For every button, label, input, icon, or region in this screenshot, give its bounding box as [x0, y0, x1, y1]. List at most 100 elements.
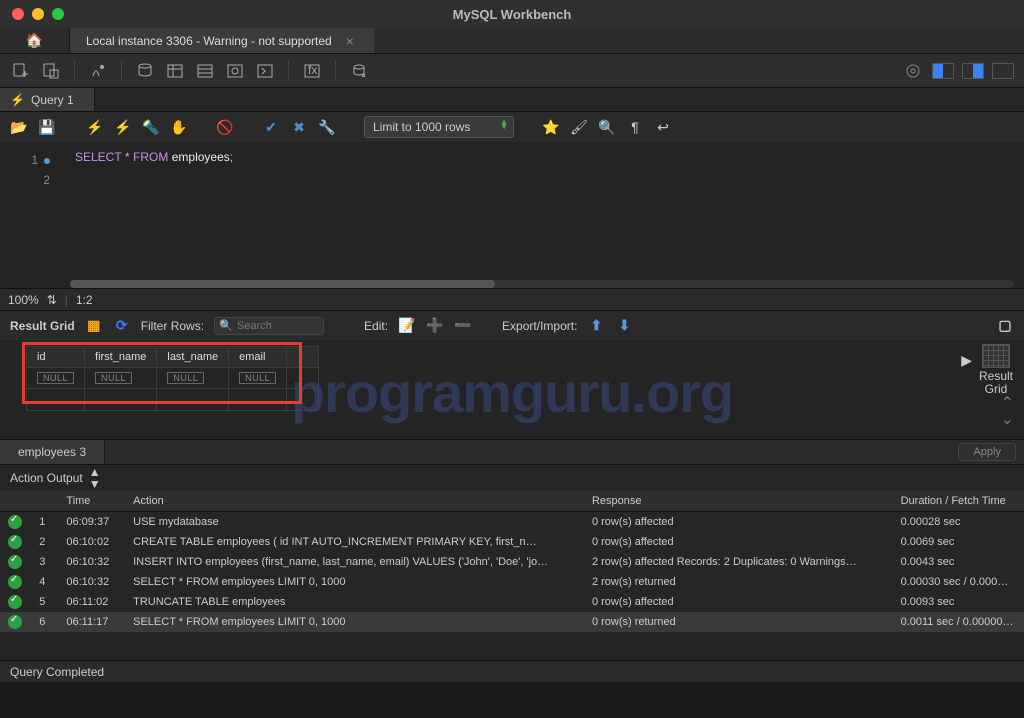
- db-proc-icon[interactable]: [254, 60, 276, 82]
- result-table[interactable]: id first_name last_name email NULL NULL …: [26, 346, 319, 411]
- action-output-label: Action Output: [10, 471, 83, 485]
- home-icon: 🏠: [26, 32, 43, 49]
- open-file-icon[interactable]: 📂: [10, 118, 28, 136]
- null-cell: NULL: [37, 372, 74, 384]
- connection-tab-label: Local instance 3306 - Warning - not supp…: [86, 34, 332, 48]
- panel-left-toggle[interactable]: [932, 63, 954, 79]
- edit-label: Edit:: [364, 319, 388, 333]
- col-header-email[interactable]: email: [229, 347, 287, 368]
- result-grid-area: programguru.org id first_name last_name …: [0, 340, 1024, 439]
- col-header-empty: [287, 347, 319, 368]
- filter-rows-input[interactable]: [214, 317, 324, 335]
- editor-content: SELECT * FROM employees;: [75, 150, 233, 164]
- ok-icon: [8, 595, 22, 609]
- commit-icon[interactable]: ✔: [262, 118, 280, 136]
- save-file-icon[interactable]: 💾: [38, 118, 56, 136]
- connection-tab[interactable]: Local instance 3306 - Warning - not supp…: [70, 28, 374, 53]
- filter-rows-label: Filter Rows:: [141, 319, 204, 333]
- zoom-updown-icon[interactable]: ⇅: [47, 293, 57, 307]
- action-output-table: Time Action Response Duration / Fetch Ti…: [0, 491, 1024, 632]
- export-icon[interactable]: ⬆: [587, 317, 605, 335]
- sql-editor[interactable]: 1 2 SELECT * FROM employees;: [0, 142, 1024, 288]
- edit-row-icon[interactable]: 📝: [398, 317, 416, 335]
- action-output-row[interactable]: 306:10:32INSERT INTO employees (first_na…: [0, 552, 1024, 572]
- zoom-level: 100%: [8, 293, 39, 307]
- connection-tabbar: 🏠 Local instance 3306 - Warning - not su…: [0, 28, 1024, 54]
- beautify-icon[interactable]: 🖌: [570, 118, 588, 136]
- db-schema-icon[interactable]: [164, 60, 186, 82]
- scroll-chevrons[interactable]: ⌃⌄: [1001, 396, 1014, 428]
- status-bar: Query Completed: [0, 660, 1024, 682]
- action-output-row[interactable]: 506:11:02TRUNCATE TABLE employees0 row(s…: [0, 592, 1024, 612]
- action-output-row[interactable]: 406:10:32SELECT * FROM employees LIMIT 0…: [0, 572, 1024, 592]
- find-icon[interactable]: 🔍: [598, 118, 616, 136]
- updown-icon[interactable]: ▲▼: [89, 466, 101, 490]
- ao-col-response[interactable]: Response: [584, 491, 893, 512]
- null-cell: NULL: [167, 372, 204, 384]
- action-output-header[interactable]: Action Output ▲▼: [0, 465, 1024, 491]
- home-tab[interactable]: 🏠: [0, 28, 70, 53]
- stop-icon[interactable]: ✋: [170, 118, 188, 136]
- apply-button[interactable]: Apply: [958, 443, 1016, 461]
- result-tab[interactable]: employees 3: [0, 440, 105, 464]
- invisible-chars-icon[interactable]: ¶: [626, 118, 644, 136]
- editor-toolbar: 📂 💾 ⚡ ⚡ 🔦 ✋ 🚫 ✔ ✖ 🔧 Limit to 1000 rows ⭐…: [0, 112, 1024, 142]
- panel-bottom-toggle[interactable]: [962, 63, 984, 79]
- editor-scrollbar[interactable]: [70, 280, 1014, 288]
- db-view-icon[interactable]: [224, 60, 246, 82]
- settings-icon[interactable]: [902, 60, 924, 82]
- ao-col-time[interactable]: Time: [58, 491, 125, 512]
- open-sql-icon[interactable]: [40, 60, 62, 82]
- wrap-icon[interactable]: ↩: [654, 118, 672, 136]
- status-text: Query Completed: [10, 665, 104, 679]
- limit-rows-label: Limit to 1000 rows: [373, 120, 470, 134]
- limit-rows-select[interactable]: Limit to 1000 rows: [364, 116, 514, 138]
- action-output-row[interactable]: 106:09:37USE mydatabase0 row(s) affected…: [0, 512, 1024, 533]
- toggle-whitespace-icon[interactable]: 🔧: [318, 118, 336, 136]
- null-cell: NULL: [95, 372, 132, 384]
- db-func-icon[interactable]: fx: [301, 60, 323, 82]
- cursor-position: 1:2: [76, 293, 93, 307]
- svg-text:fx: fx: [308, 63, 317, 77]
- ok-icon: [8, 615, 22, 629]
- db-icon[interactable]: [134, 60, 156, 82]
- db-table-icon[interactable]: [194, 60, 216, 82]
- execute-step-icon[interactable]: ⚡: [114, 118, 132, 136]
- grid-view-icon[interactable]: ▦: [85, 317, 103, 335]
- side-panel-label: Result Grid: [974, 370, 1018, 396]
- ok-icon: [8, 555, 22, 569]
- favorite-icon[interactable]: ⭐: [542, 118, 560, 136]
- server-status-icon[interactable]: [87, 60, 109, 82]
- editor-gutter: 1 2: [0, 142, 60, 288]
- ao-col-duration[interactable]: Duration / Fetch Time: [893, 491, 1024, 512]
- action-output-row[interactable]: 606:11:17SELECT * FROM employees LIMIT 0…: [0, 612, 1024, 632]
- window-title: MySQL Workbench: [0, 7, 1024, 22]
- table-row[interactable]: [27, 389, 319, 411]
- export-import-label: Export/Import:: [502, 319, 577, 333]
- grid-icon: [982, 344, 1010, 368]
- table-row[interactable]: NULL NULL NULL NULL: [27, 368, 319, 389]
- result-grid-side-button[interactable]: Result Grid: [974, 340, 1018, 396]
- panel-right-toggle[interactable]: [992, 63, 1014, 79]
- new-sql-tab-icon[interactable]: [10, 60, 32, 82]
- query-tabbar: ⚡ Query 1: [0, 88, 1024, 112]
- side-panel-arrow-icon[interactable]: ▶: [961, 352, 972, 369]
- refresh-icon[interactable]: ⟳: [113, 317, 131, 335]
- add-row-icon[interactable]: ➕: [426, 317, 444, 335]
- close-tab-icon[interactable]: ×: [342, 33, 358, 49]
- action-output-row[interactable]: 206:10:02CREATE TABLE employees ( id INT…: [0, 532, 1024, 552]
- col-header-last-name[interactable]: last_name: [157, 347, 229, 368]
- wrap-cell-icon[interactable]: ▢: [996, 317, 1014, 335]
- ao-col-action[interactable]: Action: [125, 491, 584, 512]
- explain-icon[interactable]: 🔦: [142, 118, 160, 136]
- rollback-icon[interactable]: ✖: [290, 118, 308, 136]
- reconnect-icon[interactable]: [348, 60, 370, 82]
- col-header-id[interactable]: id: [27, 347, 85, 368]
- toggle-autocommit-icon[interactable]: 🚫: [216, 118, 234, 136]
- import-icon[interactable]: ⬇: [615, 317, 633, 335]
- query-tab[interactable]: ⚡ Query 1: [0, 88, 95, 111]
- ok-icon: [8, 575, 22, 589]
- col-header-first-name[interactable]: first_name: [85, 347, 157, 368]
- delete-row-icon[interactable]: ➖: [454, 317, 472, 335]
- execute-icon[interactable]: ⚡: [86, 118, 104, 136]
